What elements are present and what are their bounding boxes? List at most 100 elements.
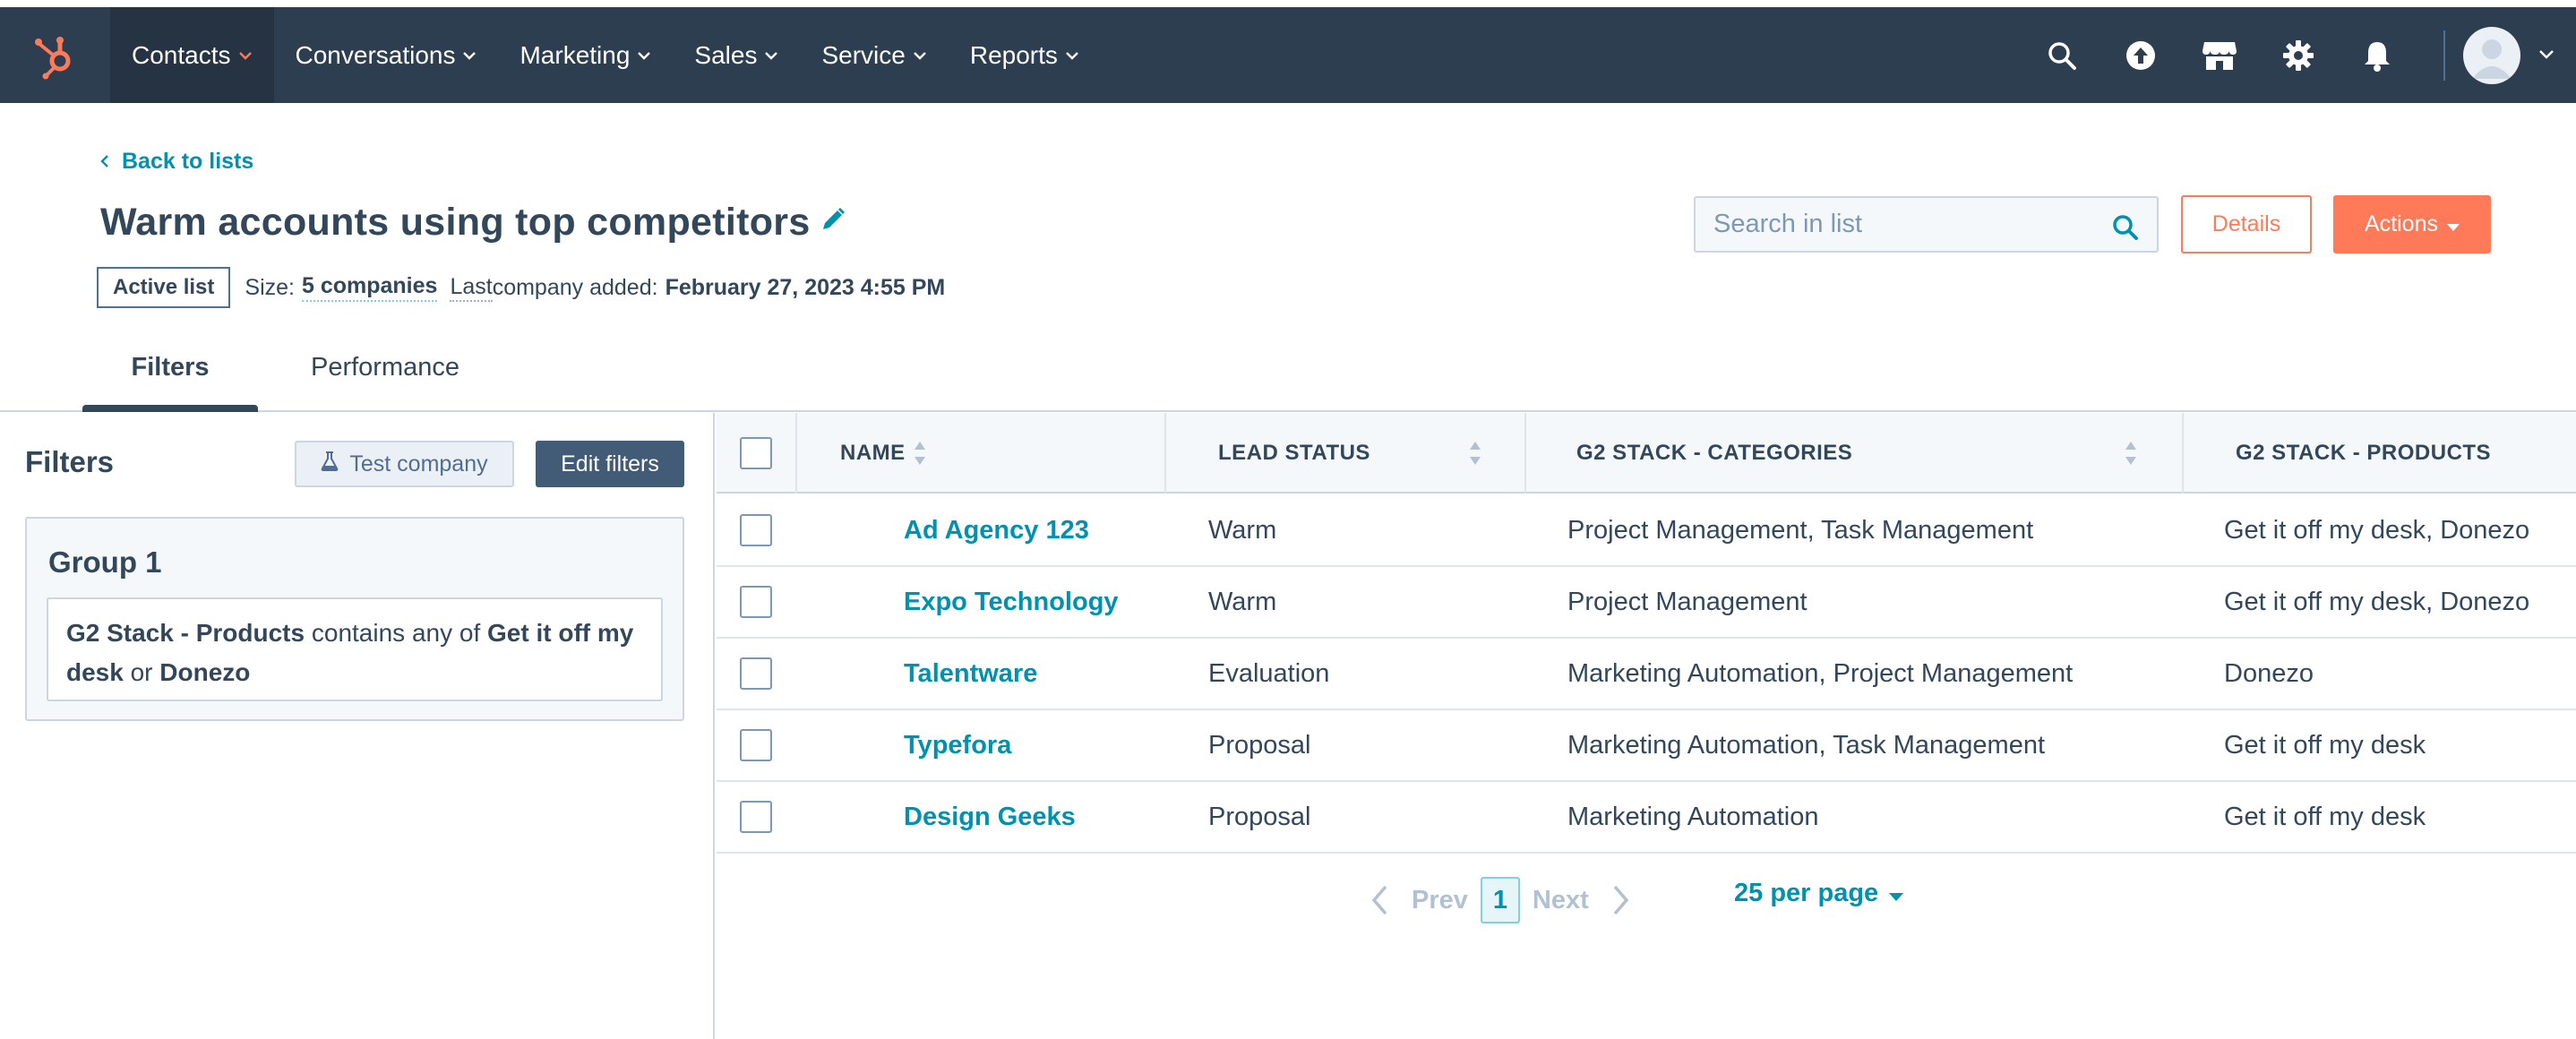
- back-to-lists-link[interactable]: Back to lists: [100, 149, 253, 175]
- categories-cell: Marketing Automation, Task Management: [1567, 730, 2046, 760]
- column-header-categories-label: G2 STACK - CATEGORIES: [1576, 441, 1853, 465]
- row-checkbox-cell: [740, 710, 772, 780]
- sort-icon: [914, 440, 926, 473]
- company-name-link[interactable]: Typefora: [904, 710, 1011, 780]
- rule-operator: contains any of: [311, 619, 481, 647]
- categories-cell: Project Management: [1567, 587, 1807, 616]
- notifications-icon[interactable]: [2338, 7, 2417, 103]
- actions-button[interactable]: Actions: [2333, 195, 2491, 253]
- page-title: Warm accounts using top competitors: [100, 201, 811, 244]
- tab-filters[interactable]: Filters: [82, 322, 258, 412]
- products-cell: Get it off my desk, Donezo: [2224, 587, 2530, 616]
- marketplace-icon[interactable]: [2180, 7, 2259, 103]
- row-checkbox[interactable]: [740, 586, 772, 618]
- edit-filters-button[interactable]: Edit filters: [536, 441, 684, 487]
- table-row: Talentware Evaluation Marketing Automati…: [717, 639, 2576, 710]
- chevron-left-icon: [100, 149, 109, 175]
- products-cell: Get it off my desk, Donezo: [2224, 515, 2530, 545]
- filters-title: Filters: [25, 445, 115, 478]
- filters-panel: Filters Test company Edit filters Group …: [0, 413, 715, 1039]
- search-in-list: [1694, 196, 2159, 253]
- row-checkbox[interactable]: [740, 514, 772, 546]
- column-header-name[interactable]: NAME: [797, 413, 1166, 494]
- next-page-button[interactable]: Next: [1533, 884, 1630, 916]
- categories-cell: Marketing Automation: [1567, 802, 1819, 831]
- chevron-down-icon: [238, 51, 253, 60]
- products-cell: Donezo: [2224, 658, 2314, 688]
- caret-down-icon: [1889, 879, 1904, 908]
- search-input[interactable]: [1713, 210, 2139, 239]
- list-meta: Active list Size: 5 companies Last compa…: [97, 267, 945, 308]
- column-header-categories[interactable]: G2 STACK - CATEGORIES: [1526, 413, 2184, 494]
- per-page-label: 25 per page: [1734, 879, 1879, 907]
- prev-page-button[interactable]: Prev: [1370, 884, 1468, 916]
- nav-reports[interactable]: Reports: [949, 7, 1101, 103]
- nav-contacts[interactable]: Contacts: [110, 7, 274, 103]
- select-all-checkbox[interactable]: [740, 437, 772, 469]
- nav-right-tools: [2022, 7, 2576, 103]
- account-menu[interactable]: [2463, 26, 2576, 84]
- last-prefix-b: company added:: [492, 274, 658, 300]
- lead-status-cell: Proposal: [1208, 802, 1311, 831]
- lead-status-cell: Proposal: [1208, 730, 1311, 760]
- company-name-link[interactable]: Talentware: [904, 639, 1037, 708]
- row-checkbox[interactable]: [740, 657, 772, 690]
- settings-icon[interactable]: [2259, 7, 2338, 103]
- size-value[interactable]: 5 companies: [301, 273, 438, 302]
- lead-status-cell: Warm: [1208, 515, 1277, 545]
- rule-joiner: or: [130, 658, 153, 686]
- nav-sales[interactable]: Sales: [673, 7, 800, 103]
- sort-icon: [2125, 440, 2137, 473]
- nav-contacts-label: Contacts: [132, 40, 231, 69]
- row-checkbox[interactable]: [740, 729, 772, 761]
- filter-group: Group 1 G2 Stack - Products contains any…: [25, 517, 684, 721]
- row-checkbox-cell: [740, 639, 772, 708]
- nav-marketing[interactable]: Marketing: [498, 7, 673, 103]
- per-page-dropdown[interactable]: 25 per page: [1734, 879, 1904, 908]
- nav-reports-label: Reports: [969, 40, 1058, 69]
- column-header-lead-status-label: LEAD STATUS: [1218, 441, 1370, 465]
- table-row: Ad Agency 123 Warm Project Management, T…: [717, 495, 2576, 567]
- chevron-down-icon: [764, 51, 778, 60]
- current-page[interactable]: 1: [1480, 877, 1520, 923]
- company-name-link[interactable]: Ad Agency 123: [904, 495, 1089, 565]
- column-header-name-label: NAME: [840, 441, 906, 465]
- column-header-products-label: G2 STACK - PRODUCTS: [2236, 441, 2492, 465]
- table-header: NAME LEAD STATUS G2 STACK - CATEGORIES G…: [717, 413, 2576, 494]
- back-to-lists-label: Back to lists: [122, 149, 254, 174]
- actions-label: Actions: [2365, 211, 2438, 236]
- hubspot-logo-icon[interactable]: [0, 7, 110, 103]
- categories-cell: Marketing Automation, Project Management: [1567, 658, 2074, 688]
- tab-bar: Filters Performance: [0, 322, 2576, 412]
- row-checkbox-cell: [740, 495, 772, 565]
- tab-performance[interactable]: Performance: [285, 322, 485, 412]
- nav-conversations-label: Conversations: [295, 40, 456, 69]
- list-type-badge: Active list: [97, 267, 231, 308]
- products-cell: Get it off my desk: [2224, 730, 2426, 760]
- nav-conversations[interactable]: Conversations: [274, 7, 499, 103]
- nav-service[interactable]: Service: [800, 7, 948, 103]
- column-header-products[interactable]: G2 STACK - PRODUCTS: [2184, 413, 2576, 494]
- table-row: Expo Technology Warm Project Management …: [717, 567, 2576, 639]
- search-icon[interactable]: [2112, 214, 2139, 248]
- company-name-link[interactable]: Expo Technology: [904, 567, 1119, 637]
- filter-rule[interactable]: G2 Stack - Products contains any of Get …: [47, 597, 663, 701]
- test-company-button[interactable]: Test company: [295, 441, 514, 487]
- top-navigation: Contacts Conversations Marketing Sales S…: [0, 7, 2576, 103]
- categories-cell: Project Management, Task Management: [1567, 515, 2034, 545]
- search-icon[interactable]: [2022, 7, 2101, 103]
- table-row: Typefora Proposal Marketing Automation, …: [717, 710, 2576, 782]
- group-title: Group 1: [48, 545, 162, 579]
- row-checkbox[interactable]: [740, 801, 772, 833]
- lead-status-cell: Warm: [1208, 587, 1277, 616]
- company-name-link[interactable]: Design Geeks: [904, 782, 1076, 852]
- last-prefix-a: Last: [450, 274, 493, 302]
- chevron-down-icon: [462, 51, 477, 60]
- prev-label: Prev: [1412, 885, 1468, 914]
- pencil-icon[interactable]: [820, 206, 846, 237]
- flask-icon: [321, 451, 339, 477]
- upgrade-icon[interactable]: [2101, 7, 2180, 103]
- pagination: Prev 1 Next: [1370, 873, 1630, 927]
- details-button[interactable]: Details: [2181, 195, 2312, 253]
- column-header-lead-status[interactable]: LEAD STATUS: [1166, 413, 1526, 494]
